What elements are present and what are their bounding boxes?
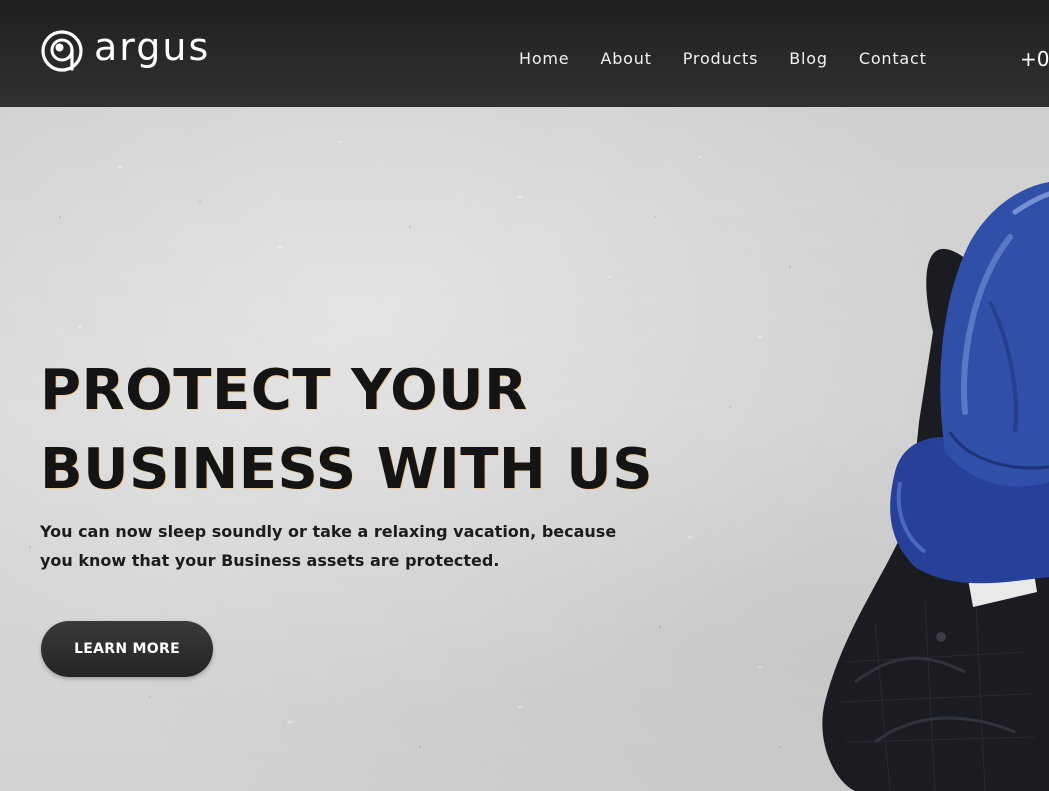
main-nav: Home About Products Blog Contact <box>519 49 927 68</box>
hero-headline: PROTECT YOUR BUSINESS WITH US <box>40 351 653 509</box>
hero-section: PROTECT YOUR BUSINESS WITH US You can no… <box>0 107 1049 791</box>
page: argus Home About Products Blog Contact +… <box>0 0 1049 791</box>
boxer-image <box>822 182 1049 791</box>
hero-headline-line-1: PROTECT YOUR <box>40 358 528 423</box>
nav-item-contact[interactable]: Contact <box>859 49 927 68</box>
phone-number[interactable]: +0 <box>1020 47 1049 71</box>
nav-item-products[interactable]: Products <box>683 49 759 68</box>
hero-headline-line-2: BUSINESS WITH US <box>40 437 654 502</box>
site-header: argus Home About Products Blog Contact +… <box>0 0 1049 107</box>
nav-item-blog[interactable]: Blog <box>789 49 828 68</box>
logo-link[interactable]: argus <box>40 26 210 76</box>
brand-name: argus <box>94 25 211 69</box>
nav-item-home[interactable]: Home <box>519 49 569 68</box>
learn-more-button[interactable]: LEARN MORE <box>41 621 213 677</box>
eye-at-logo-icon <box>41 30 83 72</box>
nav-item-about[interactable]: About <box>600 49 651 68</box>
hero-subtext: You can now sleep soundly or take a rela… <box>40 522 617 570</box>
